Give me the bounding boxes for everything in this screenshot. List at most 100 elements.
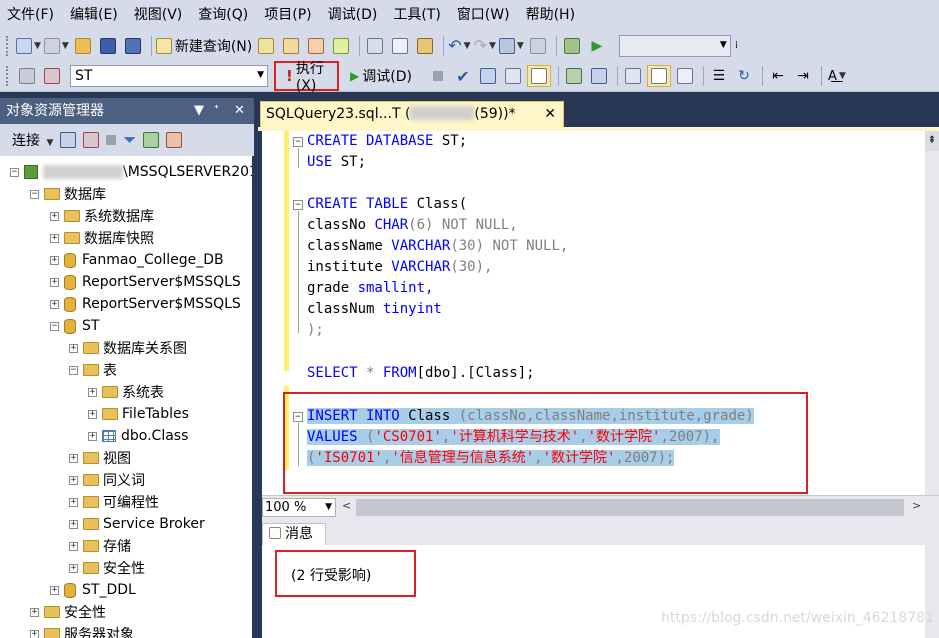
expand-toggle[interactable]: +: [30, 607, 39, 617]
tree-node-system-tables[interactable]: + 系统表: [88, 381, 164, 403]
increase-indent-button[interactable]: ⇥: [792, 65, 814, 87]
expand-toggle[interactable]: +: [69, 541, 78, 551]
query-designer-button[interactable]: [502, 65, 524, 87]
tree-node-reportserver-temp[interactable]: + ReportServer$MSSQLS: [50, 293, 241, 315]
xmla-query-button[interactable]: [330, 35, 352, 57]
solution-config-combo[interactable]: ▼: [618, 34, 731, 57]
mdx-query-button[interactable]: [280, 35, 302, 57]
tree-node-reportserver[interactable]: + ReportServer$MSSQLS: [50, 271, 241, 293]
start-button[interactable]: ▶: [586, 35, 608, 57]
results-to-grid-button[interactable]: [646, 65, 671, 87]
menu-view[interactable]: 视图(V): [129, 0, 188, 30]
scroll-left-icon[interactable]: <: [342, 499, 351, 512]
toolbar-overflow-icon[interactable]: ⁞: [735, 40, 738, 51]
menu-project[interactable]: 项目(P): [259, 0, 316, 30]
results-to-file-button[interactable]: [674, 65, 696, 87]
change-connection-button[interactable]: [41, 65, 63, 87]
client-stats-button[interactable]: [622, 65, 644, 87]
tree-node-synonyms[interactable]: + 同义词: [69, 469, 145, 491]
decrease-indent-button[interactable]: ⇤: [767, 65, 789, 87]
menu-debug[interactable]: 调试(D): [323, 0, 383, 30]
tree-node-server-objects[interactable]: + 服务器对象: [30, 623, 134, 638]
window-position-icon[interactable]: ▼: [194, 98, 204, 124]
expand-toggle[interactable]: +: [50, 211, 59, 221]
parse-button[interactable]: ✔: [452, 65, 474, 87]
new-project-button[interactable]: ▼: [16, 35, 41, 57]
tree-node-tables[interactable]: − 表: [69, 359, 117, 381]
expand-toggle[interactable]: +: [69, 519, 78, 529]
navigate-backward-button[interactable]: ▼: [498, 35, 524, 57]
tree-node-db-snapshots[interactable]: + 数据库快照: [50, 227, 154, 249]
tree-node-system-databases[interactable]: + 系统数据库: [50, 205, 154, 227]
add-item-button[interactable]: ▼: [43, 35, 69, 57]
collapse-toggle[interactable]: −: [30, 189, 39, 199]
debug-button[interactable]: ▶ 调试(D): [350, 65, 412, 87]
tree-node-st[interactable]: − ST: [50, 315, 99, 337]
uncomment-button[interactable]: ↻: [733, 65, 755, 87]
menu-query[interactable]: 查询(Q): [193, 0, 253, 30]
tree-node-st-ddl[interactable]: + ST_DDL: [50, 579, 136, 601]
connect-dropdown[interactable]: 连接 ▼: [12, 130, 53, 150]
close-tab-icon[interactable]: ✕: [544, 102, 556, 127]
tree-server-node[interactable]: − \MSSQLSERVER2014 (: [10, 161, 252, 183]
expand-toggle[interactable]: +: [50, 277, 59, 287]
expand-toggle[interactable]: +: [69, 563, 78, 573]
tree-node-dbo-class[interactable]: + dbo.Class: [88, 425, 188, 447]
tree-node-filetables[interactable]: + FileTables: [88, 403, 189, 425]
fold-collapse-icon[interactable]: −: [293, 137, 303, 147]
database-select[interactable]: ST ▼: [70, 65, 268, 87]
save-all-button[interactable]: [122, 35, 144, 57]
connect-object-icon[interactable]: [60, 132, 77, 148]
intellisense-button[interactable]: [563, 65, 585, 87]
tree-node-service-broker[interactable]: + Service Broker: [69, 513, 205, 535]
dmx-query-button[interactable]: [305, 35, 327, 57]
menu-edit[interactable]: 编辑(E): [65, 0, 123, 30]
cancel-query-button[interactable]: [427, 65, 449, 87]
open-file-button[interactable]: [72, 35, 94, 57]
save-button[interactable]: [97, 35, 119, 57]
menu-file[interactable]: 文件(F): [2, 0, 59, 30]
expand-toggle[interactable]: +: [69, 343, 78, 353]
collapse-toggle[interactable]: −: [10, 167, 19, 177]
expand-toggle[interactable]: +: [50, 255, 59, 265]
tab-messages[interactable]: 消息: [262, 523, 326, 545]
fold-collapse-icon[interactable]: −: [293, 200, 303, 210]
expand-toggle[interactable]: +: [50, 585, 59, 595]
specify-template-values-button[interactable]: A͟ ▼: [826, 65, 848, 87]
expand-toggle[interactable]: +: [30, 629, 39, 638]
activity-monitor-button[interactable]: [561, 35, 583, 57]
connect-button[interactable]: [16, 65, 38, 87]
new-query-button[interactable]: 新建查询(N): [155, 35, 252, 57]
expand-toggle[interactable]: +: [88, 431, 97, 441]
tree-node-fanmao-db[interactable]: + Fanmao_College_DB: [50, 249, 224, 271]
undo-button[interactable]: ↶ ▼: [448, 35, 470, 57]
disconnect-icon[interactable]: [83, 132, 100, 148]
expand-toggle[interactable]: +: [69, 453, 78, 463]
filter-icon[interactable]: ⏷: [123, 130, 136, 150]
collapse-toggle[interactable]: −: [69, 365, 78, 375]
comment-button[interactable]: ☰: [708, 65, 730, 87]
close-icon[interactable]: ✕: [234, 98, 245, 124]
zoom-select[interactable]: 100 % ▼: [262, 498, 336, 517]
horizontal-scrollbar-thumb[interactable]: [356, 499, 904, 516]
stop-icon[interactable]: [106, 135, 117, 145]
editor-vertical-scrollbar[interactable]: ⇞: [925, 131, 939, 495]
tree-node-storage[interactable]: + 存储: [69, 535, 131, 557]
tree-node-views[interactable]: + 视图: [69, 447, 131, 469]
expand-toggle[interactable]: +: [69, 475, 78, 485]
execute-button[interactable]: ! 执行(X): [274, 61, 339, 94]
navigate-forward-button[interactable]: [527, 35, 549, 57]
expand-toggle[interactable]: +: [69, 497, 78, 507]
tree-node-db-diagrams[interactable]: + 数据库关系图: [69, 337, 187, 359]
pin-icon[interactable]: ᐩ: [214, 98, 219, 124]
cut-button[interactable]: [364, 35, 386, 57]
collapse-toggle[interactable]: −: [50, 321, 59, 331]
paste-button[interactable]: [414, 35, 436, 57]
toolbar-grip[interactable]: [6, 35, 10, 56]
activity-monitor-icon[interactable]: [166, 132, 183, 148]
tree-node-programmability[interactable]: + 可编程性: [69, 491, 159, 513]
redo-button[interactable]: ↷ ▼: [474, 35, 496, 57]
scroll-right-icon[interactable]: >: [912, 499, 921, 512]
tree-node-security-db[interactable]: + 安全性: [69, 557, 145, 579]
refresh-icon[interactable]: [143, 132, 160, 148]
